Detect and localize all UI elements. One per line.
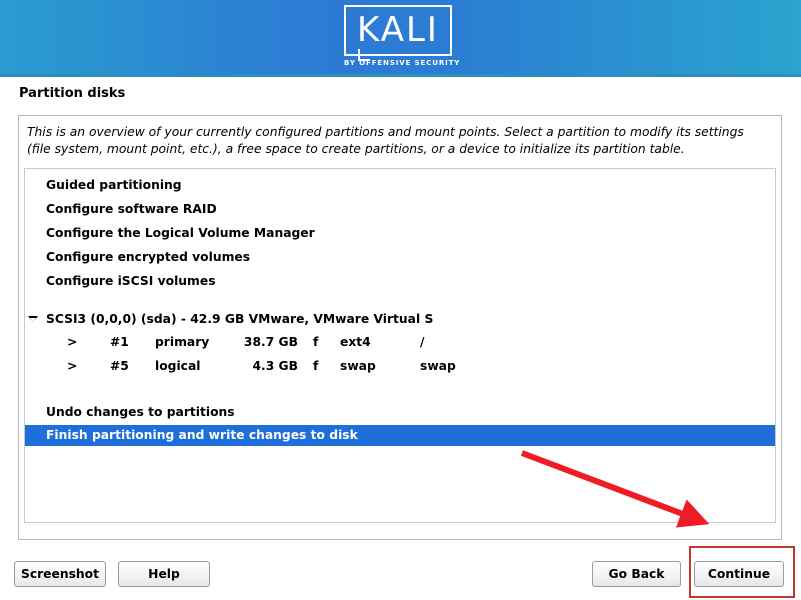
- partition-number: #5: [110, 359, 129, 373]
- kali-header-banner: KALI BY OFFENSIVE SECURITY: [0, 0, 801, 74]
- kali-logo-wordmark: KALI: [357, 10, 439, 50]
- partition-filesystem: ext4: [340, 335, 371, 349]
- list-item-disk-sda[interactable]: SCSI3 (0,0,0) (sda) - 42.9 GB VMware, VM…: [25, 309, 775, 330]
- partition-panel: This is an overview of your currently co…: [18, 115, 782, 540]
- partition-flag: f: [313, 335, 319, 349]
- help-button[interactable]: Help: [118, 561, 210, 587]
- list-item-label: Configure software RAID: [46, 202, 217, 216]
- partition-filesystem: swap: [340, 359, 376, 373]
- partition-size: 38.7 GB: [243, 335, 298, 349]
- intro-description: This is an overview of your currently co…: [27, 125, 744, 156]
- page-title: Partition disks: [19, 86, 126, 101]
- partition-size: 4.3 GB: [252, 359, 298, 373]
- list-item-label: Configure the Logical Volume Manager: [46, 226, 315, 240]
- list-item-undo-changes[interactable]: Undo changes to partitions: [25, 402, 775, 423]
- list-item-finish-partitioning[interactable]: Finish partitioning and write changes to…: [25, 425, 775, 446]
- table-row[interactable]: > #1 primary 38.7 GB f ext4 /: [25, 332, 775, 353]
- table-row[interactable]: > #5 logical 4.3 GB f swap swap: [25, 356, 775, 377]
- partition-flag: f: [313, 359, 319, 373]
- header-underline: [0, 74, 801, 77]
- go-back-button[interactable]: Go Back: [592, 561, 681, 587]
- list-item-configure-encrypted-volumes[interactable]: Configure encrypted volumes: [25, 247, 775, 268]
- list-item-label: Configure encrypted volumes: [46, 250, 251, 264]
- partition-list[interactable]: Guided partitioning Configure software R…: [24, 168, 776, 523]
- list-item-configure-iscsi-volumes[interactable]: Configure iSCSI volumes: [25, 271, 775, 292]
- list-item-guided-partitioning[interactable]: Guided partitioning: [25, 175, 775, 196]
- list-item-label: Undo changes to partitions: [46, 405, 235, 419]
- disk-label: SCSI3 (0,0,0) (sda) - 42.9 GB VMware, VM…: [46, 312, 434, 326]
- partition-number: #1: [110, 335, 129, 349]
- continue-button[interactable]: Continue: [694, 561, 784, 587]
- list-item-configure-lvm[interactable]: Configure the Logical Volume Manager: [25, 223, 775, 244]
- kali-logo: KALI BY OFFENSIVE SECURITY: [344, 5, 461, 70]
- partition-mountpoint: swap: [420, 359, 456, 373]
- partition-type: primary: [155, 335, 210, 349]
- triangle-down-icon[interactable]: [28, 316, 38, 322]
- partition-marker: >: [67, 335, 78, 349]
- kali-logo-tagline: BY OFFENSIVE SECURITY: [344, 59, 461, 67]
- list-item-configure-software-raid[interactable]: Configure software RAID: [25, 199, 775, 220]
- list-item-label: Configure iSCSI volumes: [46, 274, 216, 288]
- partition-marker: >: [67, 359, 78, 373]
- screenshot-button[interactable]: Screenshot: [14, 561, 106, 587]
- partition-type: logical: [155, 359, 201, 373]
- list-item-label: Guided partitioning: [46, 178, 182, 192]
- list-item-label: Finish partitioning and write changes to…: [46, 428, 358, 442]
- partition-mountpoint: /: [420, 335, 425, 349]
